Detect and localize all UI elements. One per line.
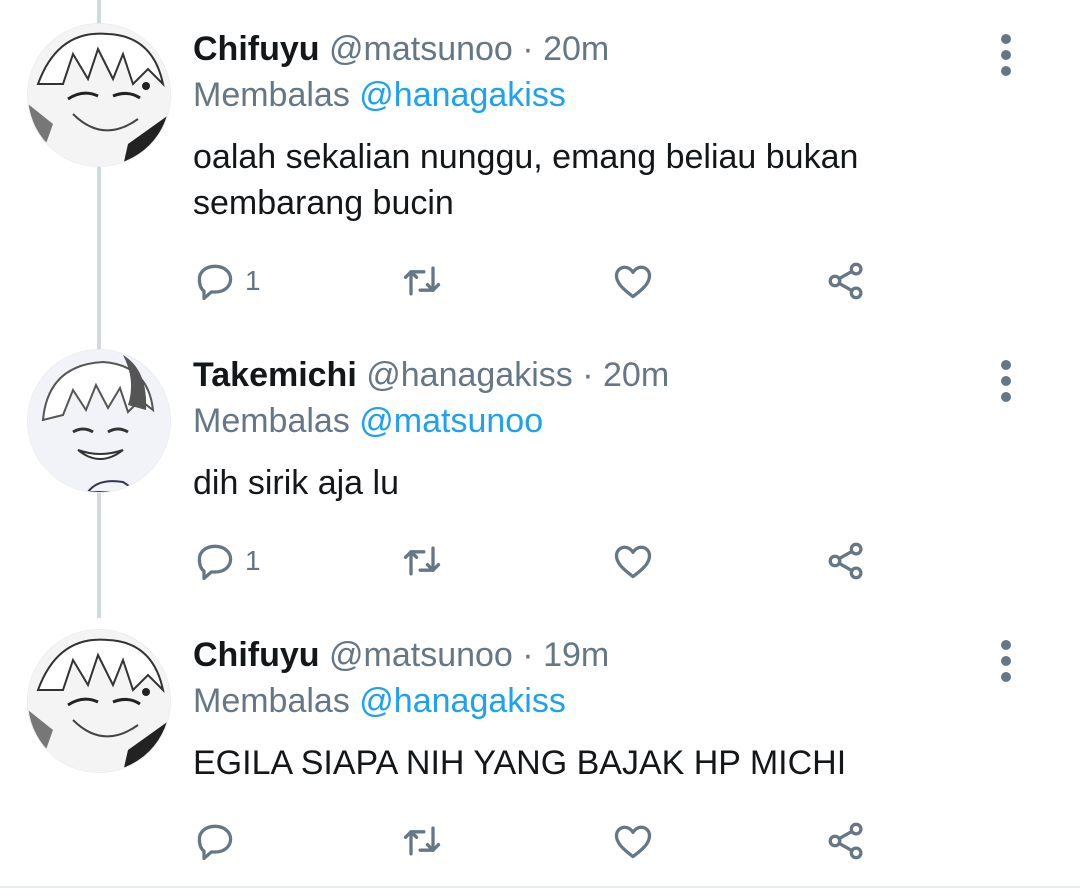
avatar[interactable]	[28, 630, 170, 772]
tweet-text-line: oalah sekalian nunggu, emang beliau buka…	[193, 138, 859, 176]
mention-link[interactable]: @hanagakiss	[359, 76, 566, 114]
reply-button[interactable]: 1	[193, 537, 261, 585]
heart-icon	[614, 265, 652, 299]
retweet-icon	[403, 826, 441, 856]
display-name[interactable]: Takemichi	[193, 356, 357, 394]
reply-count: 1	[245, 265, 261, 296]
retweet-icon	[403, 546, 441, 576]
display-name[interactable]: Chifuyu	[193, 636, 320, 674]
retweet-button[interactable]	[400, 817, 444, 865]
like-button[interactable]	[611, 537, 655, 585]
tweet-text: oalah sekalian nunggu, emang beliau buka…	[193, 134, 1013, 226]
retweet-button[interactable]	[400, 537, 444, 585]
share-button[interactable]	[824, 817, 868, 865]
more-vertical-icon[interactable]	[990, 356, 1022, 406]
tweet-text: dih sirik aja lu	[193, 460, 1013, 506]
user-handle[interactable]: @matsunoo	[329, 636, 513, 674]
separator: ·	[522, 636, 534, 674]
avatar[interactable]	[28, 350, 170, 492]
retweet-icon	[403, 266, 441, 296]
separator: ·	[582, 356, 594, 394]
display-name[interactable]: Chifuyu	[193, 30, 320, 68]
share-button[interactable]	[824, 537, 868, 585]
replying-to: Membalas @hanagakiss	[193, 72, 566, 118]
timestamp[interactable]: 20m	[543, 30, 609, 68]
share-icon	[828, 262, 863, 300]
replying-label: Membalas	[193, 76, 350, 114]
mention-link[interactable]: @matsunoo	[359, 402, 543, 440]
retweet-button[interactable]	[400, 257, 444, 305]
tweet-actions: 1	[193, 257, 893, 305]
tweet-header: Chifuyu @matsunoo · 20m	[193, 24, 609, 74]
replying-to: Membalas @matsunoo	[193, 398, 543, 444]
replying-label: Membalas	[193, 402, 350, 440]
share-icon	[828, 542, 863, 580]
tweet-header: Chifuyu @matsunoo · 19m	[193, 630, 609, 680]
tweet-header: Takemichi @hanagakiss · 20m	[193, 350, 669, 400]
reply-count: 1	[245, 545, 261, 576]
timestamp[interactable]: 19m	[543, 636, 609, 674]
reply-button[interactable]: 1	[193, 257, 261, 305]
user-handle[interactable]: @hanagakiss	[366, 356, 573, 394]
tweet-actions: 1	[193, 537, 893, 585]
replying-label: Membalas	[193, 682, 350, 720]
tweet-actions	[193, 817, 893, 865]
user-handle[interactable]: @matsunoo	[329, 30, 513, 68]
reply-icon	[197, 544, 233, 581]
like-button[interactable]	[611, 257, 655, 305]
mention-link[interactable]: @hanagakiss	[359, 682, 566, 720]
reply-icon	[197, 264, 233, 301]
tweet-text-line: EGILA SIAPA NIH YANG BAJAK HP MICHI	[193, 744, 847, 782]
reply-button[interactable]	[193, 817, 245, 865]
more-vertical-icon[interactable]	[990, 636, 1022, 686]
heart-icon	[614, 825, 652, 859]
reply-icon	[197, 824, 233, 861]
like-button[interactable]	[611, 817, 655, 865]
separator: ·	[522, 30, 534, 68]
tweet-text: EGILA SIAPA NIH YANG BAJAK HP MICHI	[193, 740, 1013, 786]
heart-icon	[614, 545, 652, 579]
replying-to: Membalas @hanagakiss	[193, 678, 566, 724]
tweet-text-line: dih sirik aja lu	[193, 464, 399, 502]
avatar[interactable]	[28, 24, 170, 166]
timestamp[interactable]: 20m	[603, 356, 669, 394]
share-button[interactable]	[824, 257, 868, 305]
bottom-divider	[0, 886, 1080, 888]
tweet-text-line: sembarang bucin	[193, 184, 454, 222]
share-icon	[828, 822, 863, 860]
more-vertical-icon[interactable]	[990, 30, 1022, 80]
